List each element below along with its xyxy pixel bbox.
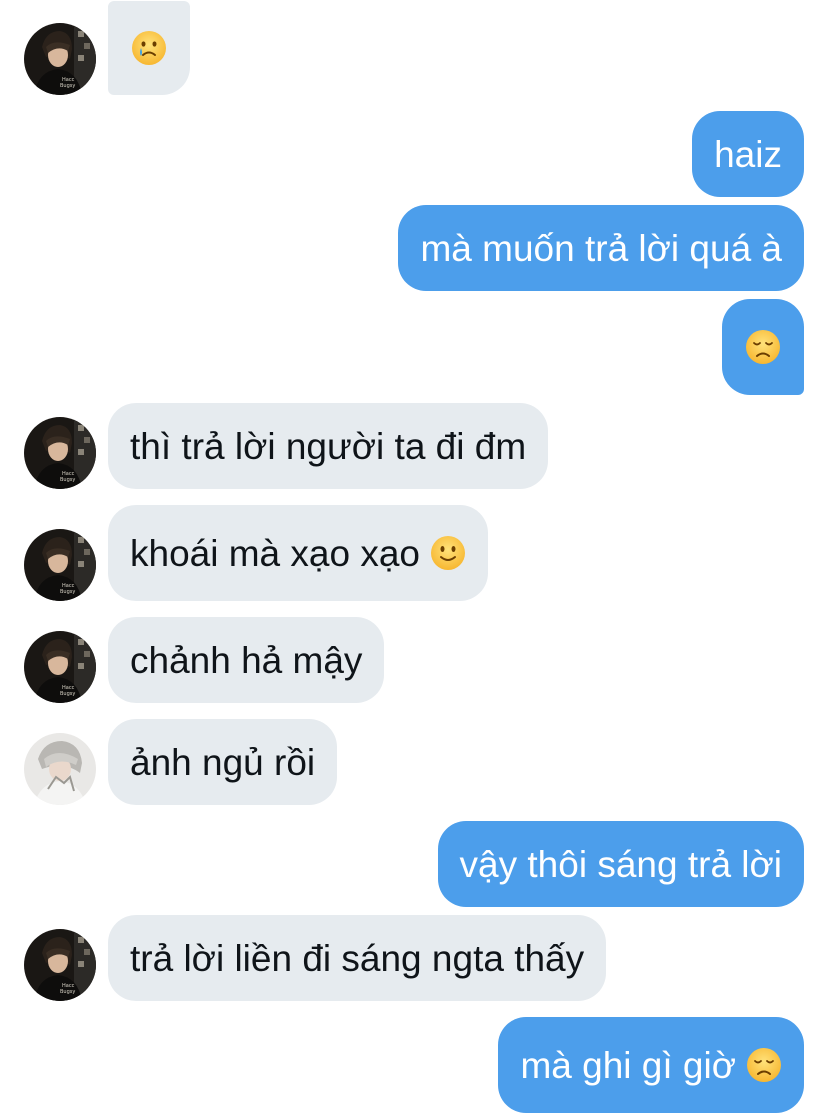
avatar[interactable] [24, 929, 96, 1001]
message-bubble-incoming[interactable] [108, 1, 190, 95]
message-bubble-outgoing[interactable]: vậy thôi sáng trả lời [437, 821, 804, 907]
message-bubble-outgoing[interactable]: mà ghi gì giờ [498, 1017, 804, 1113]
message-bubble-outgoing[interactable]: mà muốn trả lời quá à [398, 205, 804, 291]
message-bubble-incoming[interactable]: ảnh ngủ rồi [108, 719, 338, 805]
crying-face-icon [131, 30, 167, 66]
message-text: ảnh ngủ rồi [130, 741, 316, 783]
message-text: khoái mà xạo xạo [130, 532, 421, 574]
message-text: chảnh hả mậy [130, 639, 363, 681]
message-bubble-incoming[interactable]: thì trả lời người ta đi đm [108, 403, 549, 489]
avatar[interactable] [24, 417, 96, 489]
message-bubble-outgoing[interactable]: haiz [692, 111, 804, 197]
avatar[interactable] [24, 23, 96, 95]
message-text: trả lời liền đi sáng ngta thấy [130, 937, 585, 979]
message-bubble-outgoing[interactable] [722, 299, 804, 395]
avatar-image [24, 733, 96, 805]
message-text: haiz [714, 133, 782, 175]
message-bubble-incoming[interactable]: chảnh hả mậy [108, 617, 385, 703]
message-text: mà ghi gì giờ [520, 1044, 736, 1086]
avatar-image [24, 631, 96, 703]
avatar-image [24, 929, 96, 1001]
message-text: thì trả lời người ta đi đm [130, 425, 527, 467]
message-text: mà muốn trả lời quá à [420, 227, 782, 269]
slightly-smiling-face-icon [430, 535, 466, 571]
disappointed-face-icon [745, 329, 781, 365]
message-bubble-incoming[interactable]: khoái mà xạo xạo [108, 505, 489, 601]
message-text: vậy thôi sáng trả lời [459, 843, 782, 885]
avatar-image [24, 529, 96, 601]
disappointed-face-icon [746, 1047, 782, 1083]
avatar-image [24, 23, 96, 95]
message-bubble-incoming[interactable]: trả lời liền đi sáng ngta thấy [108, 915, 607, 1001]
avatar[interactable] [24, 631, 96, 703]
avatar[interactable] [24, 733, 96, 805]
avatar[interactable] [24, 529, 96, 601]
avatar-image [24, 417, 96, 489]
